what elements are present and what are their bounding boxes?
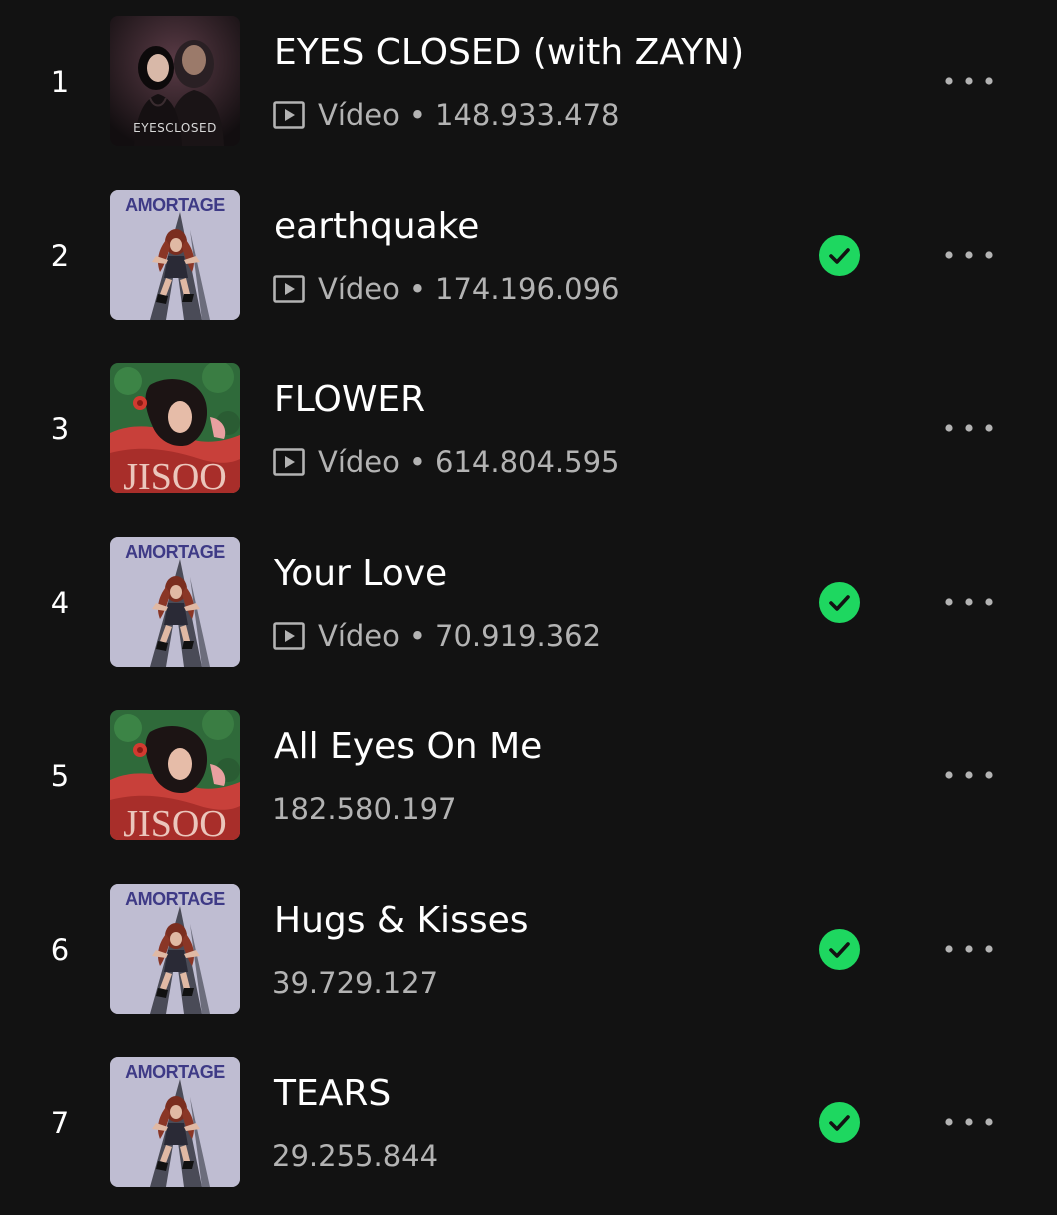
play-count: 29.255.844 <box>272 1139 439 1173</box>
video-label: Vídeo <box>318 445 400 479</box>
cover-text: AMORTAGE <box>125 889 225 909</box>
meta-separator: • <box>408 98 426 132</box>
play-count: 70.919.362 <box>435 619 602 653</box>
video-icon <box>272 272 306 306</box>
album-cover: JISOO <box>110 363 240 493</box>
more-options-icon <box>945 945 993 953</box>
video-label: Vídeo <box>318 98 400 132</box>
check-circle-icon[interactable] <box>819 1102 860 1143</box>
track-rank: 6 <box>50 933 70 967</box>
track-meta: Vídeo • 174.196.096 <box>272 268 620 310</box>
track-list: 1 EYESCLOSED EYES CLOSED (with ZAYN) Víde… <box>0 0 1057 1200</box>
album-art-jisoo: JISOO <box>110 363 240 493</box>
check-circle-icon[interactable] <box>819 235 860 276</box>
more-options-button[interactable] <box>936 234 1002 276</box>
album-art-amortage: AMORTAGE <box>110 884 240 1014</box>
album-art-amortage: AMORTAGE <box>110 1057 240 1187</box>
track-meta: 29.255.844 <box>272 1135 438 1177</box>
album-art-jisoo: JISOO <box>110 710 240 840</box>
play-count: 182.580.197 <box>272 792 457 826</box>
more-options-button[interactable] <box>936 754 1002 796</box>
check-circle-icon[interactable] <box>819 929 860 970</box>
track-rank: 1 <box>50 65 70 99</box>
cover-text: AMORTAGE <box>125 1062 225 1082</box>
album-cover: AMORTAGE <box>110 884 240 1014</box>
track-title: All Eyes On Me <box>274 726 543 767</box>
video-label: Vídeo <box>318 619 400 653</box>
play-count: 39.729.127 <box>272 966 439 1000</box>
track-meta: Vídeo • 148.933.478 <box>272 94 620 136</box>
more-options-button[interactable] <box>936 928 1002 970</box>
play-count: 148.933.478 <box>435 98 620 132</box>
album-art-amortage: AMORTAGE <box>110 537 240 667</box>
track-meta: Vídeo • 70.919.362 <box>272 615 601 657</box>
track-row[interactable]: 5 JISOO All Eyes On Me 182.580.197 <box>0 694 1057 868</box>
track-row[interactable]: 1 EYESCLOSED EYES CLOSED (with ZAYN) Víde… <box>0 0 1057 174</box>
meta-separator: • <box>408 445 426 479</box>
more-options-button[interactable] <box>936 60 1002 102</box>
track-title: FLOWER <box>274 379 426 420</box>
track-rank: 3 <box>50 412 70 446</box>
play-count: 614.804.595 <box>435 445 620 479</box>
track-title: EYES CLOSED (with ZAYN) <box>274 32 745 73</box>
album-cover: JISOO <box>110 710 240 840</box>
track-meta: Vídeo • 614.804.595 <box>272 441 620 483</box>
track-meta: 39.729.127 <box>272 962 438 1004</box>
more-options-icon <box>945 1118 993 1126</box>
cover-text: AMORTAGE <box>125 195 225 215</box>
track-rank: 2 <box>50 239 70 273</box>
play-count: 174.196.096 <box>435 272 620 306</box>
video-icon <box>272 619 306 653</box>
more-options-icon <box>945 424 993 432</box>
track-title: Hugs & Kisses <box>274 900 529 941</box>
album-cover: AMORTAGE <box>110 1057 240 1187</box>
more-options-button[interactable] <box>936 1101 1002 1143</box>
track-rank: 7 <box>50 1106 70 1140</box>
cover-text: JISOO <box>123 456 226 493</box>
more-options-icon <box>945 77 993 85</box>
video-label: Vídeo <box>318 272 400 306</box>
track-row[interactable]: 2 AMORTAGE earthquake Vídeo • 174.196.096 <box>0 174 1057 348</box>
track-row[interactable]: 4 AMORTAGE Your Love Vídeo • 70.919.362 <box>0 521 1057 695</box>
meta-separator: • <box>408 272 426 306</box>
album-art-eyes-closed: EYESCLOSED <box>110 16 240 146</box>
track-row[interactable]: 3 JISOO FLOWER Vídeo • 614.804.595 <box>0 347 1057 521</box>
album-cover: AMORTAGE <box>110 537 240 667</box>
track-rank: 4 <box>50 586 70 620</box>
more-options-icon <box>945 598 993 606</box>
track-title: TEARS <box>274 1073 392 1114</box>
track-title: earthquake <box>274 206 480 247</box>
album-art-amortage: AMORTAGE <box>110 190 240 320</box>
cover-text: JISOO <box>123 803 226 840</box>
track-row[interactable]: 7 AMORTAGE TEARS 29.255.844 <box>0 1041 1057 1215</box>
track-row[interactable]: 6 AMORTAGE Hugs & Kisses 39.729.127 <box>0 868 1057 1042</box>
video-icon <box>272 445 306 479</box>
more-options-icon <box>945 251 993 259</box>
track-rank: 5 <box>50 759 70 793</box>
more-options-button[interactable] <box>936 407 1002 449</box>
more-options-button[interactable] <box>936 581 1002 623</box>
album-cover: AMORTAGE <box>110 190 240 320</box>
track-meta: 182.580.197 <box>272 788 457 830</box>
check-circle-icon[interactable] <box>819 582 860 623</box>
video-icon <box>272 98 306 132</box>
cover-text: AMORTAGE <box>125 542 225 562</box>
album-cover: EYESCLOSED <box>110 16 240 146</box>
cover-text: EYESCLOSED <box>133 121 217 135</box>
meta-separator: • <box>408 619 426 653</box>
more-options-icon <box>945 771 993 779</box>
track-title: Your Love <box>274 553 448 594</box>
